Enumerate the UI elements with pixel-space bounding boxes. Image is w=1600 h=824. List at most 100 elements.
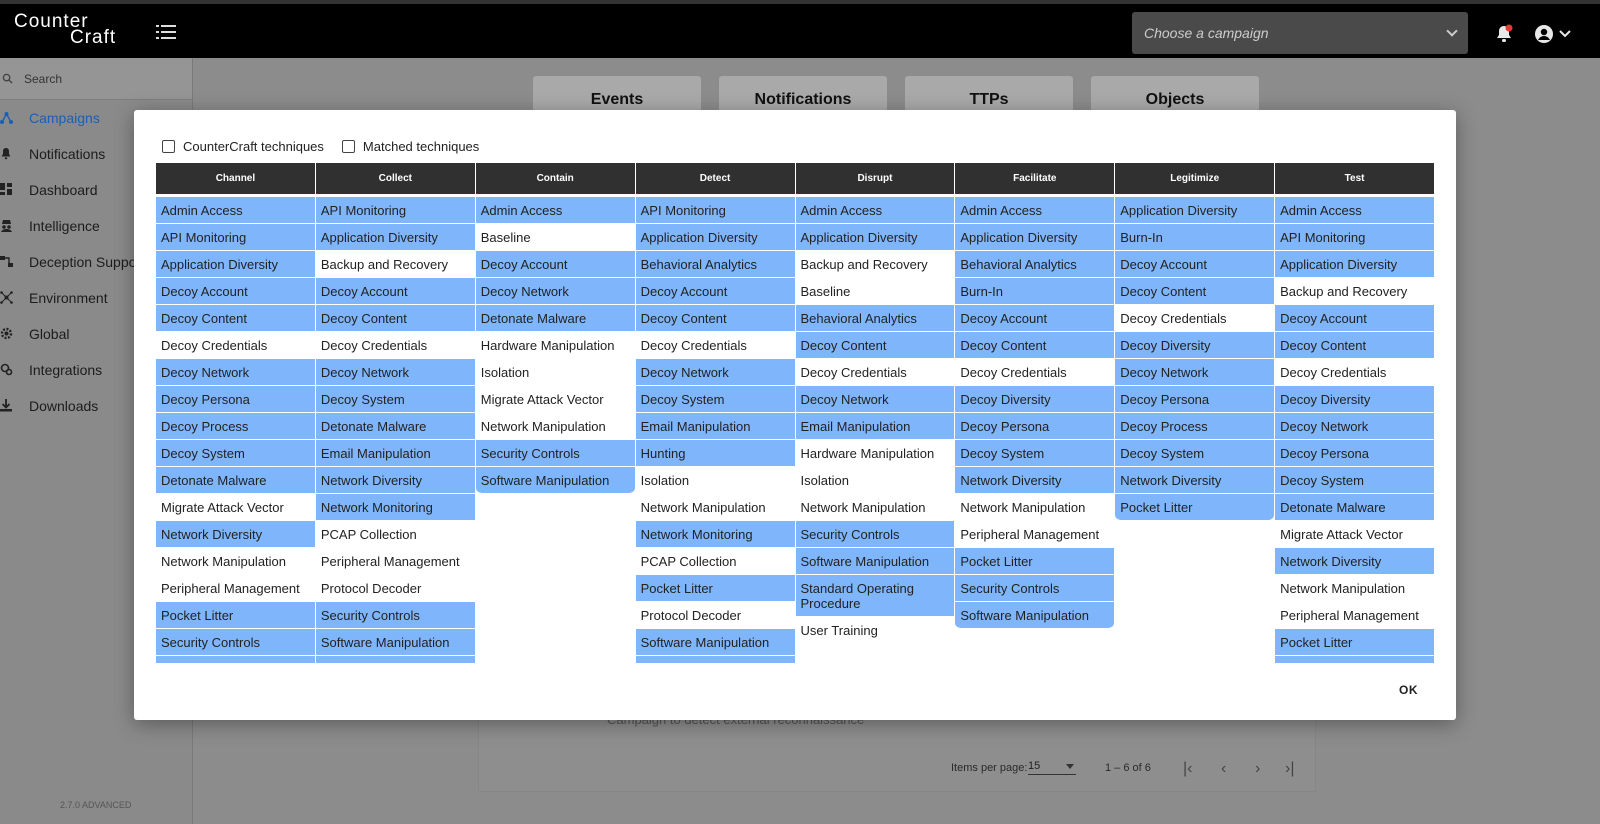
technique-cell[interactable]: Detonate Malware xyxy=(475,305,635,332)
technique-cell[interactable]: Protocol Decoder xyxy=(635,602,795,629)
sidebar-search[interactable]: Search xyxy=(0,58,192,100)
technique-cell[interactable]: Decoy Content xyxy=(1115,278,1275,305)
last-page-icon[interactable]: ›| xyxy=(1285,760,1294,778)
technique-cell[interactable]: Security Controls xyxy=(795,521,955,548)
technique-cell[interactable]: Decoy Diversity xyxy=(1115,332,1275,359)
technique-cell[interactable]: Decoy Account xyxy=(156,278,315,305)
checkbox-box[interactable] xyxy=(162,140,175,153)
technique-cell[interactable]: Decoy Diversity xyxy=(1275,386,1434,413)
technique-cell[interactable]: Decoy Credentials xyxy=(315,332,475,359)
technique-cell[interactable]: PCAP Collection xyxy=(315,521,475,548)
tab-ttps[interactable]: TTPs xyxy=(905,76,1073,112)
technique-cell[interactable]: Hardware Manipulation xyxy=(795,440,955,467)
tab-events[interactable]: Events xyxy=(533,76,701,112)
technique-cell[interactable]: Admin Access xyxy=(955,197,1115,224)
technique-cell[interactable]: Application Diversity xyxy=(635,224,795,251)
technique-cell[interactable]: Application Diversity xyxy=(1115,197,1275,224)
tab-notifications[interactable]: Notifications xyxy=(719,76,887,112)
technique-cell[interactable]: Software Manipulation xyxy=(156,656,315,663)
next-page-icon[interactable]: › xyxy=(1255,760,1260,778)
technique-cell[interactable]: Baseline xyxy=(475,224,635,251)
technique-cell[interactable]: Network Manipulation xyxy=(795,494,955,521)
technique-cell[interactable]: Decoy Content xyxy=(635,305,795,332)
technique-cell[interactable]: API Monitoring xyxy=(315,197,475,224)
technique-cell[interactable]: Decoy Process xyxy=(156,413,315,440)
technique-cell[interactable]: Backup and Recovery xyxy=(1275,278,1434,305)
technique-cell[interactable]: Decoy System xyxy=(315,386,475,413)
previous-page-icon[interactable]: ‹ xyxy=(1221,760,1226,778)
technique-cell[interactable]: Baseline xyxy=(795,278,955,305)
technique-cell[interactable]: Pocket Litter xyxy=(1115,494,1275,521)
technique-cell[interactable]: Network Manipulation xyxy=(475,413,635,440)
checkbox-box[interactable] xyxy=(341,140,355,153)
technique-cell[interactable]: API Monitoring xyxy=(1275,224,1434,251)
technique-cell[interactable]: Email Manipulation xyxy=(635,413,795,440)
technique-cell[interactable]: Decoy Network xyxy=(315,359,475,386)
technique-cell[interactable]: Behavioral Analytics xyxy=(955,251,1115,278)
technique-cell[interactable]: Decoy Network xyxy=(475,278,635,305)
technique-cell[interactable]: Decoy Credentials xyxy=(156,332,315,359)
technique-cell[interactable]: Decoy Credentials xyxy=(795,359,955,386)
techniques-grid[interactable]: Channel Admin Access API Monitoring Applica… xyxy=(156,163,1435,663)
technique-cell[interactable]: Decoy Account xyxy=(475,251,635,278)
technique-cell[interactable]: Standard Operating Procedure xyxy=(635,656,795,663)
tab-objects[interactable]: Objects xyxy=(1091,76,1259,112)
technique-cell[interactable]: Decoy Content xyxy=(315,305,475,332)
user-account-icon[interactable] xyxy=(1534,24,1574,44)
countercraft-logo[interactable]: Counter Craft xyxy=(14,12,116,47)
technique-cell[interactable]: Admin Access xyxy=(475,197,635,224)
technique-cell[interactable]: Decoy System xyxy=(955,440,1115,467)
technique-cell[interactable]: Peripheral Management xyxy=(156,575,315,602)
technique-cell[interactable]: Decoy Persona xyxy=(156,386,315,413)
technique-cell[interactable]: Decoy Network xyxy=(1115,359,1275,386)
technique-cell[interactable]: Decoy System xyxy=(156,440,315,467)
items-per-page-select[interactable]: 15 xyxy=(1028,760,1076,775)
technique-cell[interactable]: Decoy Account xyxy=(1275,305,1434,332)
first-page-icon[interactable]: |‹ xyxy=(1183,760,1192,778)
technique-cell[interactable]: Network Manipulation xyxy=(635,494,795,521)
technique-cell[interactable]: Decoy System xyxy=(1275,467,1434,494)
technique-cell[interactable]: Detonate Malware xyxy=(315,413,475,440)
technique-cell[interactable]: Decoy Credentials xyxy=(635,332,795,359)
technique-cell[interactable]: Application Diversity xyxy=(1275,251,1434,278)
technique-cell[interactable]: Decoy Persona xyxy=(1275,440,1434,467)
technique-cell[interactable]: Decoy Content xyxy=(1275,332,1434,359)
technique-cell[interactable]: Decoy System xyxy=(635,386,795,413)
technique-cell[interactable]: Security Controls xyxy=(955,575,1115,602)
technique-cell[interactable]: Decoy Process xyxy=(1115,413,1275,440)
technique-cell[interactable]: Email Manipulation xyxy=(315,440,475,467)
technique-cell[interactable]: Application Diversity xyxy=(156,251,315,278)
technique-cell[interactable]: Behavioral Analytics xyxy=(635,251,795,278)
technique-cell[interactable]: Backup and Recovery xyxy=(315,251,475,278)
technique-cell[interactable]: Admin Access xyxy=(156,197,315,224)
technique-cell[interactable]: Software Manipulation xyxy=(475,467,635,494)
technique-cell[interactable]: Pocket Litter xyxy=(955,548,1115,575)
ok-button[interactable]: OK xyxy=(1399,683,1418,697)
technique-cell[interactable]: Standard Operating Procedure xyxy=(795,575,955,617)
technique-cell[interactable]: Decoy Network xyxy=(1275,413,1434,440)
technique-cell[interactable]: Application Diversity xyxy=(795,224,955,251)
technique-cell[interactable]: Pocket Litter xyxy=(1275,629,1434,656)
technique-cell[interactable]: Decoy Content xyxy=(795,332,955,359)
technique-cell[interactable]: Network Monitoring xyxy=(315,494,475,521)
technique-cell[interactable]: Application Diversity xyxy=(955,224,1115,251)
technique-cell[interactable]: Behavioral Analytics xyxy=(795,305,955,332)
technique-cell[interactable]: Software Manipulation xyxy=(635,629,795,656)
technique-cell[interactable]: Network Diversity xyxy=(955,467,1115,494)
menu-icon[interactable] xyxy=(156,25,176,39)
technique-cell[interactable]: Decoy Account xyxy=(315,278,475,305)
technique-cell[interactable]: Admin Access xyxy=(795,197,955,224)
technique-cell[interactable]: Isolation xyxy=(475,359,635,386)
technique-cell[interactable]: Decoy Account xyxy=(955,305,1115,332)
technique-cell[interactable]: Decoy Persona xyxy=(1115,386,1275,413)
technique-cell[interactable]: Migrate Attack Vector xyxy=(1275,521,1434,548)
technique-cell[interactable]: User Training xyxy=(795,617,955,644)
technique-cell[interactable]: Network Manipulation xyxy=(955,494,1115,521)
technique-cell[interactable]: Decoy Content xyxy=(156,305,315,332)
technique-cell[interactable]: Decoy Credentials xyxy=(1275,359,1434,386)
technique-cell[interactable]: Security Controls xyxy=(1275,656,1434,663)
technique-cell[interactable]: Decoy Content xyxy=(955,332,1115,359)
technique-cell[interactable]: Backup and Recovery xyxy=(795,251,955,278)
technique-cell[interactable]: Burn-In xyxy=(1115,224,1275,251)
technique-cell[interactable]: Decoy Account xyxy=(1115,251,1275,278)
